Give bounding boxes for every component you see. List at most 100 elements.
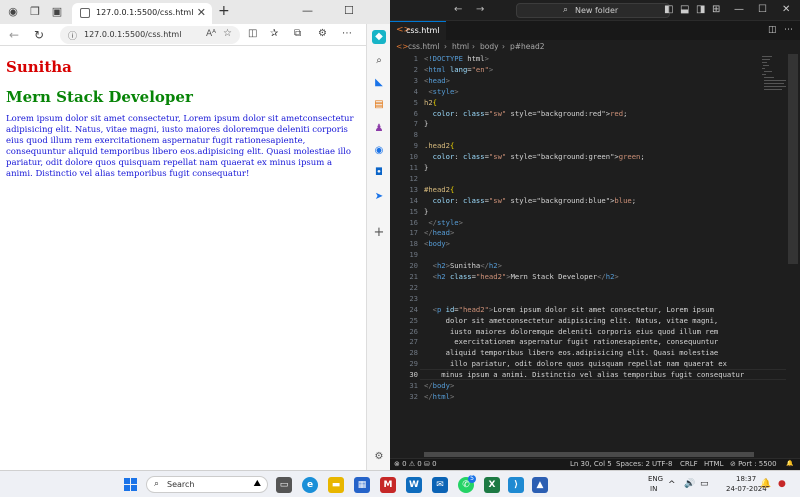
more-menu-icon[interactable]: ⋯: [342, 28, 352, 39]
code-line[interactable]: <p id="head2">Lorem ipsum dolor sit amet…: [424, 305, 714, 314]
browser-tab[interactable]: 127.0.0.1:5500/css.html ✕: [72, 3, 212, 24]
code-line[interactable]: iusto maiores doloremque deleniti corpor…: [424, 327, 718, 336]
collections-toolbar-icon[interactable]: ⧉: [294, 28, 301, 39]
excel-icon[interactable]: X: [484, 477, 500, 493]
code-line[interactable]: #head2{: [424, 185, 454, 194]
code-line[interactable]: </html>: [424, 392, 454, 401]
outlook-icon[interactable]: ◘: [372, 166, 386, 180]
breadcrumb-file[interactable]: css.html: [408, 42, 439, 51]
editor-more-icon[interactable]: ⋯: [784, 25, 793, 35]
code-line[interactable]: }: [424, 163, 428, 172]
vscode-close-button[interactable]: ✕: [782, 4, 790, 15]
taskbar-search[interactable]: ⌕ Search ⛰: [146, 476, 268, 493]
tray-overflow-icon[interactable]: ^: [668, 480, 676, 490]
extensions-icon[interactable]: ⚙: [318, 28, 327, 39]
encoding-status[interactable]: UTF-8: [652, 460, 672, 468]
vertical-scrollbar[interactable]: [788, 54, 798, 264]
photos-icon[interactable]: ▲: [532, 477, 548, 493]
code-line[interactable]: illo pariatur, odit dolore quos quisquam…: [424, 359, 727, 368]
editor-tab-css-html[interactable]: <> css.html: [390, 21, 446, 40]
code-line[interactable]: </head>: [424, 228, 454, 237]
battery-icon[interactable]: ▭: [700, 479, 709, 489]
site-info-icon[interactable]: ⓘ: [68, 29, 77, 42]
code-line[interactable]: <html lang="en">: [424, 65, 493, 74]
cursor-position[interactable]: Ln 30, Col 5: [570, 460, 612, 468]
language-mode[interactable]: HTML: [704, 460, 723, 468]
code-line[interactable]: <h2 class="head2">Mern Stack Developer</…: [424, 272, 619, 281]
minimize-button[interactable]: —: [302, 4, 313, 17]
copilot-icon[interactable]: ◆: [372, 30, 386, 44]
clock-time[interactable]: 18:37: [736, 475, 756, 483]
split-screen-icon[interactable]: ◫: [248, 28, 257, 39]
split-editor-icon[interactable]: ◫: [768, 25, 777, 35]
ports-status[interactable]: ⛁ 0: [424, 460, 437, 468]
code-line[interactable]: color: class="sw" style="background:red"…: [424, 109, 628, 118]
address-bar[interactable]: ⓘ 127.0.0.1:5500/css.html Aᴬ ☆: [60, 26, 240, 44]
close-tab-icon[interactable]: ✕: [197, 6, 206, 19]
tab-actions-icon[interactable]: ▣: [50, 5, 64, 19]
breadcrumb-html[interactable]: html: [452, 42, 469, 51]
code-line[interactable]: color: class="sw" style="background:gree…: [424, 152, 645, 161]
mail-icon[interactable]: ✉: [432, 477, 448, 493]
vscode-maximize-button[interactable]: ☐: [758, 4, 767, 15]
shopping-tag-icon[interactable]: ◣: [372, 76, 386, 90]
indentation-status[interactable]: Spaces: 2: [616, 460, 650, 468]
copilot-taskbar-icon[interactable]: ●: [778, 479, 786, 489]
code-line[interactable]: <!DOCTYPE html>: [424, 54, 489, 63]
vscode-taskbar-icon[interactable]: ⟩: [508, 477, 524, 493]
code-line[interactable]: }: [424, 207, 428, 216]
problems-status[interactable]: ⊗ 0 ⚠ 0: [394, 460, 422, 468]
nav-forward-button[interactable]: →: [476, 4, 484, 15]
toggle-secondary-sidebar-icon[interactable]: ◨: [696, 4, 705, 15]
input-language[interactable]: ENG: [648, 475, 663, 483]
code-line[interactable]: <h2>Sunitha</h2>: [424, 261, 502, 270]
code-line[interactable]: <body>: [424, 239, 450, 248]
back-button[interactable]: ←: [9, 28, 19, 42]
command-center-search[interactable]: ⌕ New folder: [516, 3, 670, 18]
file-explorer-icon[interactable]: ▬: [328, 477, 344, 493]
code-line[interactable]: aliquid temporibus libero eos.adipisicin…: [424, 348, 719, 357]
profile-icon[interactable]: ◉: [6, 5, 20, 19]
nav-back-button[interactable]: ←: [454, 4, 462, 15]
favorites-icon[interactable]: ✰: [270, 28, 278, 39]
breadcrumb-element[interactable]: p#head2: [510, 42, 545, 51]
favorite-star-icon[interactable]: ☆: [223, 28, 232, 39]
toggle-sidebar-icon[interactable]: ◧: [664, 4, 673, 15]
start-windows-icon[interactable]: [124, 478, 138, 492]
code-line[interactable]: <style>: [424, 87, 458, 96]
code-line[interactable]: minus ipsum a animi. Distinctio vel alia…: [424, 370, 744, 379]
toggle-panel-icon[interactable]: ⬓: [680, 4, 689, 15]
edge-taskbar-icon[interactable]: e: [302, 477, 318, 493]
code-line[interactable]: </style>: [424, 218, 463, 227]
persona-icon[interactable]: ♟: [372, 122, 386, 136]
sidebar-settings-icon[interactable]: ⚙: [372, 450, 386, 464]
task-view-icon[interactable]: ▭: [276, 477, 292, 493]
mcafee-icon[interactable]: M: [380, 477, 396, 493]
collections-icon[interactable]: ❐: [28, 5, 42, 19]
maximize-button[interactable]: ☐: [344, 4, 354, 17]
read-aloud-icon[interactable]: Aᴬ: [206, 29, 216, 39]
code-line[interactable]: color: class="sw" style="background:blue…: [424, 196, 636, 205]
word-icon[interactable]: W: [406, 477, 422, 493]
minimap[interactable]: [762, 54, 786, 94]
code-line[interactable]: exercitationem aspernatur fugit rationes…: [424, 337, 718, 346]
customize-layout-icon[interactable]: ⊞: [712, 4, 720, 15]
breadcrumb-body[interactable]: body: [480, 42, 499, 51]
code-line[interactable]: <head>: [424, 76, 450, 85]
code-line[interactable]: </body>: [424, 381, 454, 390]
live-server-port[interactable]: ⊘ Port : 5500: [730, 460, 777, 468]
notification-bell-icon[interactable]: 🔔: [760, 479, 771, 489]
code-line[interactable]: }: [424, 119, 428, 128]
code-editor[interactable]: 1 <!DOCTYPE html> 2 <html lang="en"> 3 <head>…: [390, 54, 786, 458]
horizontal-scrollbar[interactable]: [424, 452, 754, 457]
eol-status[interactable]: CRLF: [680, 460, 698, 468]
sidebar-add-button[interactable]: +: [372, 226, 386, 240]
reload-button[interactable]: ↻: [34, 28, 44, 42]
volume-icon[interactable]: 🔊: [684, 479, 695, 489]
toolbox-icon[interactable]: ▤: [372, 98, 386, 112]
store-icon[interactable]: ▦: [354, 477, 370, 493]
send-icon[interactable]: ➤: [372, 190, 386, 204]
notifications-bell-icon[interactable]: 🔔: [786, 460, 793, 467]
code-line[interactable]: h2{: [424, 98, 437, 107]
input-region[interactable]: IN: [650, 485, 657, 493]
